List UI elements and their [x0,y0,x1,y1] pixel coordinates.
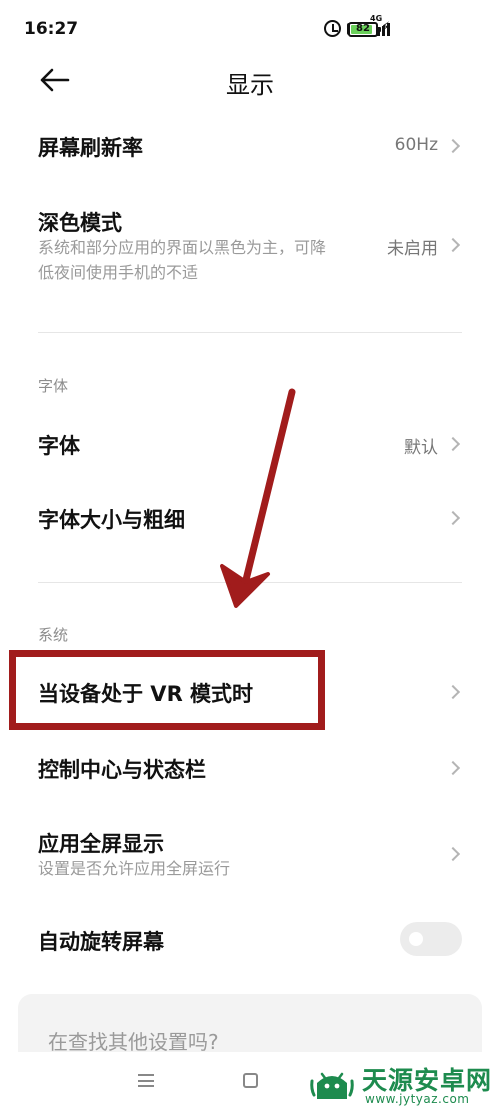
chevron-right-icon [445,760,461,776]
row-title: 自动旋转屏幕 [38,930,164,954]
row-refresh-rate[interactable]: 屏幕刷新率 60Hz [0,120,500,172]
row-value: 未启用 [387,239,438,259]
toggle-knob [409,932,423,946]
battery-level: 82 [356,23,370,34]
row-title: 屏幕刷新率 [38,136,143,160]
row-value: 60Hz [394,135,438,155]
alarm-icon [323,20,341,37]
row-title: 应用全屏显示 [38,832,164,856]
watermark: 天源安卓网 www.jytyaz.com [308,1057,500,1111]
menu-icon[interactable] [138,1074,154,1087]
row-subtitle: 低夜间使用手机的不适 [38,263,199,282]
row-subtitle: 设置是否允许应用全屏运行 [38,859,231,878]
row-title: 深色模式 [38,211,122,235]
row-fullscreen[interactable]: 应用全屏显示 设置是否允许应用全屏运行 [0,818,500,890]
home-icon[interactable] [243,1073,258,1088]
watermark-url: www.jytyaz.com [365,1092,470,1106]
battery-icon: 82 [348,22,381,37]
row-font-size[interactable]: 字体大小与粗细 [0,492,500,544]
status-bar: 16:27 HD 4G 82 ⚡ [0,0,500,60]
row-value: 默认 [404,438,438,458]
row-dark-mode[interactable]: 深色模式 系统和部分应用的界面以黑色为主，可降 低夜间使用手机的不适 未启用 [0,195,500,295]
page-header: 显示 [0,55,500,105]
chevron-right-icon [445,138,461,154]
auto-rotate-toggle[interactable] [400,922,462,956]
chevron-right-icon [445,436,461,452]
section-label-system: 系统 [38,626,69,644]
chevron-right-icon [445,846,461,862]
highlight-box [9,650,325,730]
section-label-font: 字体 [38,377,69,395]
page-title: 显示 [226,71,274,99]
row-title: 字体大小与粗细 [38,508,185,532]
search-suggestion-text: 在查找其他设置吗? [48,1030,219,1054]
chevron-right-icon [445,237,461,253]
row-subtitle: 系统和部分应用的界面以黑色为主，可降 [38,238,327,257]
divider [38,582,462,583]
row-title: 控制中心与状态栏 [38,758,206,782]
status-time: 16:27 [24,19,79,39]
divider [38,332,462,333]
row-font[interactable]: 字体 默认 [0,418,500,470]
charging-icon: ⚡ [381,20,391,35]
row-control-center[interactable]: 控制中心与状态栏 [0,742,500,794]
android-logo-icon [310,1072,354,1099]
row-title: 字体 [38,434,80,458]
chevron-right-icon [445,510,461,526]
chevron-right-icon [445,684,461,700]
